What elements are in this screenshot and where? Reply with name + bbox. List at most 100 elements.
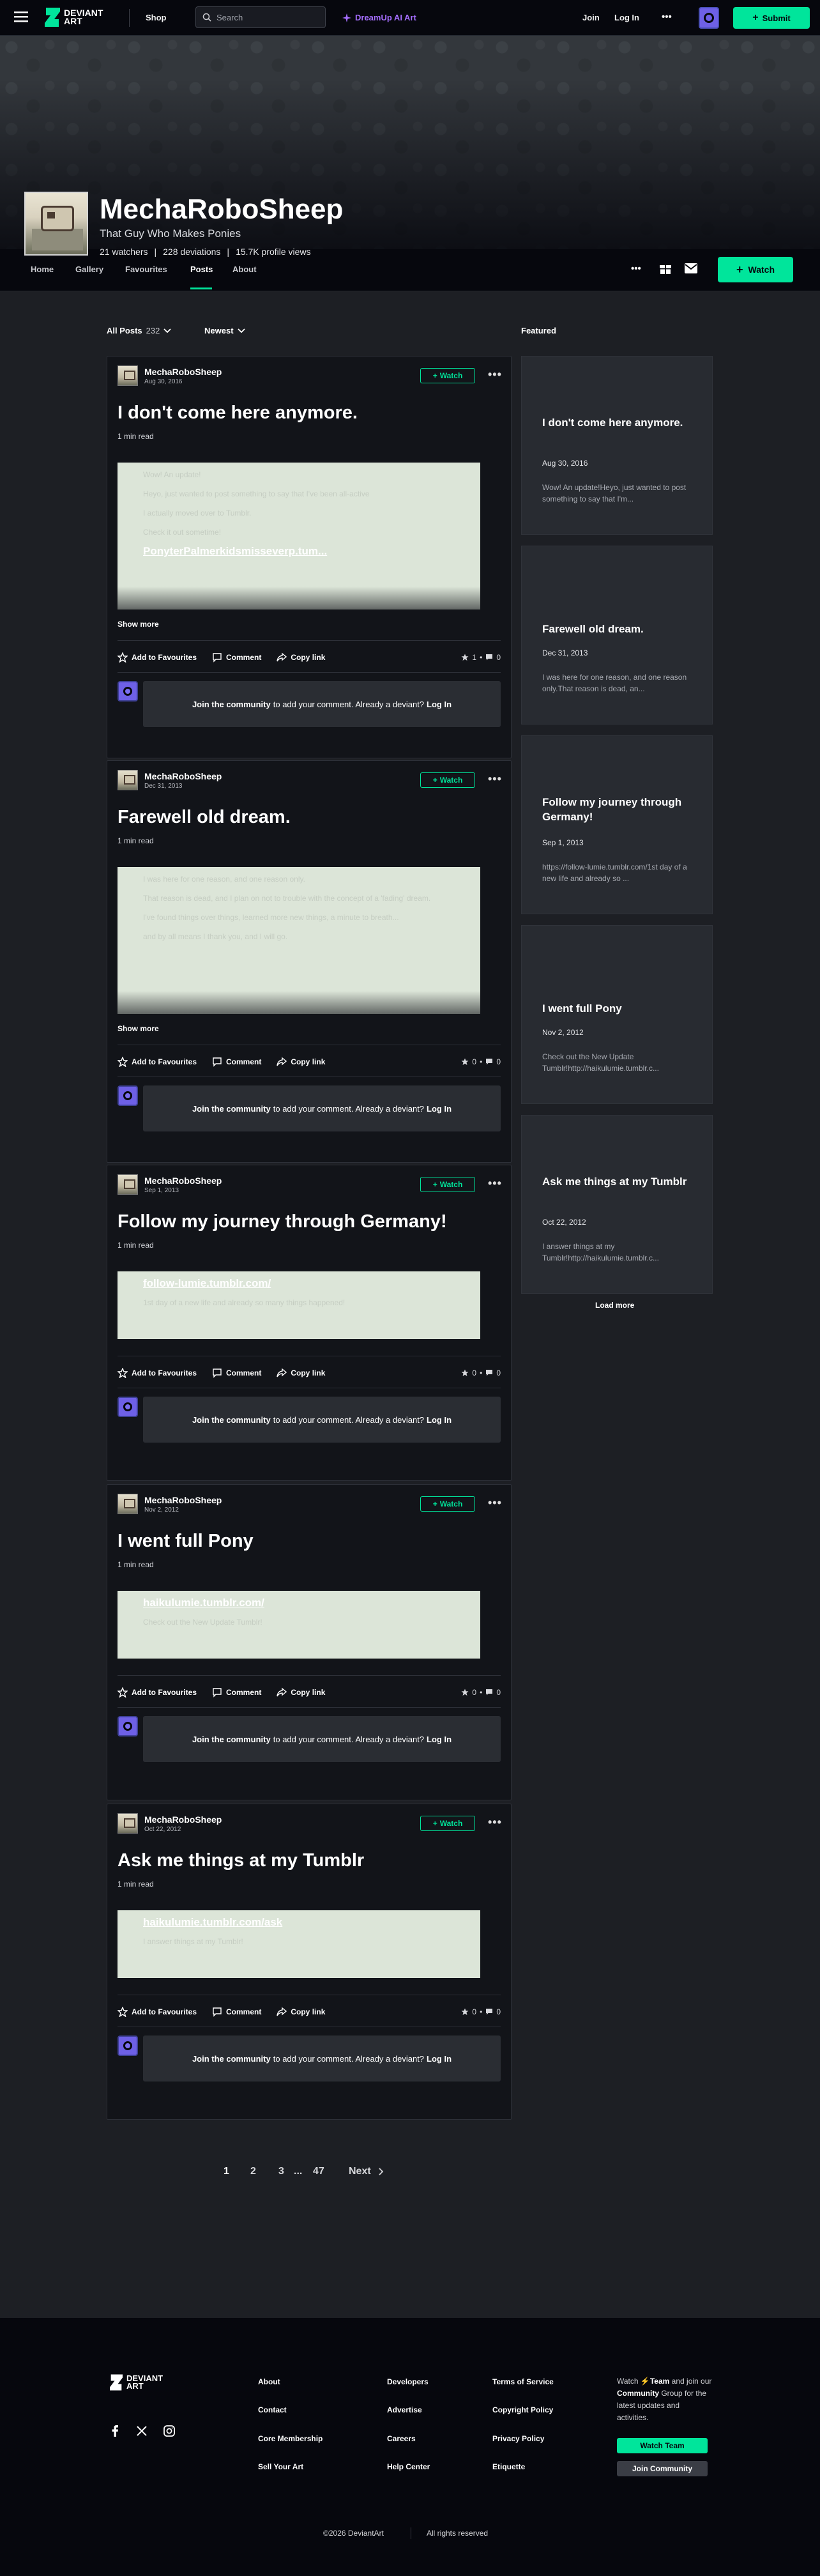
join-community-link[interactable]: Join the community xyxy=(192,1735,271,1744)
comment-prompt[interactable]: Join the community to add your comment. A… xyxy=(143,1397,501,1443)
dreamup-link[interactable]: DreamUp AI Art xyxy=(342,13,416,22)
comment-button[interactable]: Comment xyxy=(212,1687,261,1698)
post-title[interactable]: I went full Pony xyxy=(118,1531,254,1552)
post-title[interactable]: I don't come here anymore. xyxy=(118,402,358,424)
author-name[interactable]: MechaRoboSheep xyxy=(144,1176,222,1186)
add-to-favourites-button[interactable]: Add to Favourites xyxy=(118,2007,197,2017)
gift-icon[interactable] xyxy=(659,263,672,275)
footer-link-sell-your-art[interactable]: Sell Your Art xyxy=(258,2462,303,2471)
post-preview[interactable]: follow-lumie.tumblr.com/1st day of a new… xyxy=(118,1271,480,1339)
post-menu-icon[interactable]: ••• xyxy=(488,1496,502,1510)
watchers-count[interactable]: 21 watchers xyxy=(100,247,148,257)
join-community-button[interactable]: Join Community xyxy=(617,2461,708,2476)
page-2-link[interactable]: 2 xyxy=(250,2166,256,2177)
watch-author-button[interactable]: + Watch xyxy=(420,368,475,383)
watch-team-button[interactable]: Watch Team xyxy=(617,2438,708,2453)
footer-link-etiquette[interactable]: Etiquette xyxy=(492,2462,525,2471)
all-posts-filter[interactable]: All Posts 232 xyxy=(107,326,171,335)
profile-more-icon[interactable]: ••• xyxy=(631,263,641,274)
page-1-link[interactable]: 1 xyxy=(224,2166,229,2177)
profile-username[interactable]: MechaRoboSheep xyxy=(100,193,343,226)
post-author[interactable]: MechaRoboSheep Oct 22, 2012 xyxy=(118,1813,222,1834)
comment-button[interactable]: Comment xyxy=(212,2007,261,2017)
next-page-button[interactable]: Next xyxy=(349,2166,384,2177)
author-name[interactable]: MechaRoboSheep xyxy=(144,771,222,781)
comment-login-link[interactable]: Log In xyxy=(427,1104,452,1114)
watch-profile-button[interactable]: + Watch xyxy=(718,257,793,282)
tab-favourites[interactable]: Favourites xyxy=(125,264,167,274)
copy-link-button[interactable]: Copy link xyxy=(277,1057,325,1067)
post-menu-icon[interactable]: ••• xyxy=(488,1816,502,1829)
post-menu-icon[interactable]: ••• xyxy=(488,1177,502,1190)
post-author[interactable]: MechaRoboSheep Nov 2, 2012 xyxy=(118,1494,222,1514)
post-menu-icon[interactable]: ••• xyxy=(488,368,502,381)
featured-card[interactable]: I went full Pony Nov 2, 2012 Check out the… xyxy=(521,925,713,1104)
featured-title[interactable]: Follow my journey through Germany! xyxy=(542,795,693,824)
post-link[interactable]: haikulumie.tumblr.com/ xyxy=(143,1597,455,1608)
post-author[interactable]: MechaRoboSheep Dec 31, 2013 xyxy=(118,770,222,790)
hamburger-menu-icon[interactable] xyxy=(14,11,28,22)
add-to-favourites-button[interactable]: Add to Favourites xyxy=(118,652,197,663)
deviantart-logo[interactable]: DEVIANT ART xyxy=(45,8,103,27)
login-link[interactable]: Log In xyxy=(614,13,639,22)
copy-link-button[interactable]: Copy link xyxy=(277,2007,325,2017)
add-to-favourites-button[interactable]: Add to Favourites xyxy=(118,1057,197,1067)
featured-card[interactable]: Follow my journey through Germany! Sep 1,… xyxy=(521,735,713,914)
instagram-icon[interactable] xyxy=(163,2425,175,2437)
comment-button[interactable]: Comment xyxy=(212,652,261,663)
comment-prompt[interactable]: Join the community to add your comment. A… xyxy=(143,681,501,727)
page-3-link[interactable]: 3 xyxy=(278,2166,284,2177)
post-author[interactable]: MechaRoboSheep Aug 30, 2016 xyxy=(118,365,222,386)
deviations-count[interactable]: 228 deviations xyxy=(163,247,220,257)
watch-author-button[interactable]: + Watch xyxy=(420,1496,475,1512)
x-twitter-icon[interactable] xyxy=(137,2426,147,2436)
footer-link-about[interactable]: About xyxy=(258,2377,280,2386)
submit-button[interactable]: + Submit xyxy=(733,7,810,29)
add-to-favourites-button[interactable]: Add to Favourites xyxy=(118,1368,197,1378)
join-community-link[interactable]: Join the community xyxy=(192,1104,271,1114)
message-icon[interactable] xyxy=(685,263,697,273)
more-menu-icon[interactable]: ••• xyxy=(662,12,672,22)
copy-link-button[interactable]: Copy link xyxy=(277,652,325,663)
load-more-button[interactable]: Load more xyxy=(595,1301,634,1310)
author-name[interactable]: MechaRoboSheep xyxy=(144,367,222,377)
shop-link[interactable]: Shop xyxy=(146,13,167,22)
post-preview[interactable]: haikulumie.tumblr.com/Check out the New … xyxy=(118,1591,480,1659)
comment-prompt[interactable]: Join the community to add your comment. A… xyxy=(143,2035,501,2082)
author-name[interactable]: MechaRoboSheep xyxy=(144,1495,222,1505)
comment-login-link[interactable]: Log In xyxy=(427,1735,452,1744)
footer-link-help-center[interactable]: Help Center xyxy=(387,2462,430,2471)
author-avatar[interactable] xyxy=(118,1494,138,1514)
author-avatar[interactable] xyxy=(118,365,138,386)
watch-author-button[interactable]: + Watch xyxy=(420,772,475,788)
facebook-icon[interactable] xyxy=(111,2425,119,2437)
post-link[interactable]: follow-lumie.tumblr.com/ xyxy=(143,1278,455,1289)
post-link[interactable]: haikulumie.tumblr.com/ask xyxy=(143,1917,455,1928)
comment-login-link[interactable]: Log In xyxy=(427,1415,452,1425)
copy-link-button[interactable]: Copy link xyxy=(277,1368,325,1378)
post-menu-icon[interactable]: ••• xyxy=(488,772,502,786)
watch-author-button[interactable]: + Watch xyxy=(420,1816,475,1831)
comment-login-link[interactable]: Log In xyxy=(427,700,452,709)
comment-button[interactable]: Comment xyxy=(212,1057,261,1067)
post-title[interactable]: Follow my journey through Germany! xyxy=(118,1211,447,1232)
join-community-link[interactable]: Join the community xyxy=(192,2054,271,2064)
footer-link-advertise[interactable]: Advertise xyxy=(387,2405,422,2414)
tab-posts[interactable]: Posts xyxy=(190,264,213,274)
footer-link-privacy[interactable]: Privacy Policy xyxy=(492,2434,544,2443)
page-last-link[interactable]: 47 xyxy=(313,2166,324,2177)
featured-title[interactable]: I went full Pony xyxy=(542,1001,693,1016)
post-title[interactable]: Farewell old dream. xyxy=(118,807,291,828)
tab-about[interactable]: About xyxy=(232,264,257,274)
user-avatar-icon[interactable] xyxy=(699,7,719,29)
post-preview[interactable]: I was here for one reason, and one reaso… xyxy=(118,867,480,1014)
post-title[interactable]: Ask me things at my Tumblr xyxy=(118,1850,364,1871)
watch-author-button[interactable]: + Watch xyxy=(420,1177,475,1192)
footer-link-terms[interactable]: Terms of Service xyxy=(492,2377,554,2386)
show-more-button[interactable]: Show more xyxy=(118,620,159,629)
author-avatar[interactable] xyxy=(118,770,138,790)
comment-login-link[interactable]: Log In xyxy=(427,2054,452,2064)
author-name[interactable]: MechaRoboSheep xyxy=(144,1814,222,1825)
tab-home[interactable]: Home xyxy=(31,264,54,274)
post-author[interactable]: MechaRoboSheep Sep 1, 2013 xyxy=(118,1174,222,1195)
